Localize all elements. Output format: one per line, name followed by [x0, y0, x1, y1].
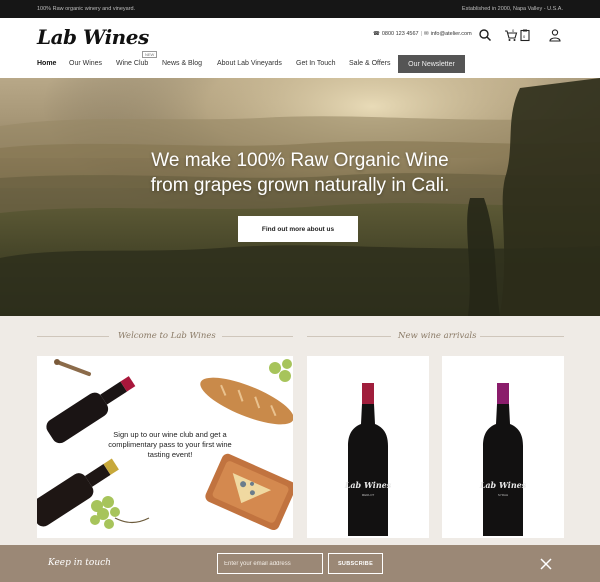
product-card[interactable]: Lab Wines MERLOT: [307, 356, 429, 538]
cart-count: 0: [512, 28, 515, 33]
promo-text: Sign up to our wine club and get a compl…: [108, 430, 232, 459]
list-count: 0: [523, 34, 526, 39]
established-note: Established in 2000, Napa Valley - U.S.A…: [461, 6, 563, 12]
hero-heading-line-2: from grapes grown naturally in Cali.: [150, 175, 450, 196]
wine-bottle-image: Lab Wines MERLOT: [344, 383, 392, 536]
bottle-label-logo: Lab Wines: [344, 480, 392, 490]
site-logo[interactable]: Lab Wines: [37, 25, 149, 49]
hero-heading: We make 100% Raw Organic Wine from grape…: [0, 148, 600, 198]
keep-in-touch-title: Keep in touch: [48, 558, 111, 568]
email-link[interactable]: info@atelier.com: [431, 31, 472, 37]
cart-icon[interactable]: [504, 28, 518, 42]
product-card[interactable]: Lab Wines SYRAH: [442, 356, 564, 538]
nav-sale-offers[interactable]: Sale & Offers: [349, 60, 391, 67]
phone-icon: ☎: [373, 31, 380, 37]
divider-line: [307, 336, 391, 337]
divider-line: [37, 336, 109, 337]
phone-number[interactable]: 0800 123 4567: [382, 31, 419, 37]
arrivals-section-title: New wine arrivals: [398, 331, 477, 341]
newsletter-email-input[interactable]: [217, 553, 323, 574]
subscribe-button[interactable]: SUBSCRIBE: [328, 553, 383, 574]
hero-banner: We make 100% Raw Organic Wine from grape…: [0, 78, 600, 316]
tagline: 100% Raw organic winery and vineyard.: [37, 6, 136, 12]
nav-get-in-touch[interactable]: Get In Touch: [296, 60, 336, 67]
nav-news-blog[interactable]: News & Blog: [162, 60, 202, 67]
divider-line: [222, 336, 293, 337]
bottle-label-logo: Lab Wines: [479, 480, 527, 490]
site-header: Lab Wines ☎ 0800 123 4567 | ✉ info@ateli…: [0, 18, 600, 78]
mail-icon: ✉: [424, 31, 429, 37]
top-bar: 100% Raw organic winery and vineyard. Es…: [0, 0, 600, 18]
hero-heading-line-1: We make 100% Raw Organic Wine: [151, 150, 449, 171]
nav-wine-club[interactable]: Wine Club: [116, 60, 148, 67]
find-out-more-button[interactable]: Find out more about us: [238, 216, 358, 242]
user-icon[interactable]: [548, 28, 562, 42]
search-icon[interactable]: [478, 28, 492, 42]
contact-separator: |: [420, 31, 423, 37]
close-icon[interactable]: [538, 556, 554, 572]
wine-bottle-image: Lab Wines SYRAH: [479, 383, 527, 536]
divider-line: [480, 336, 564, 337]
nav-home[interactable]: Home: [37, 60, 56, 67]
welcome-section-title: Welcome to Lab Wines: [118, 331, 216, 341]
new-badge: NEW: [142, 51, 158, 58]
bottle-label-type: MERLOT: [362, 493, 375, 497]
nav-about[interactable]: About Lab Vineyards: [217, 60, 282, 67]
contact-info: ☎ 0800 123 4567 | ✉ info@atelier.com: [373, 31, 472, 37]
keep-in-touch-bar: Keep in touch SUBSCRIBE: [0, 545, 600, 582]
nav-our-wines[interactable]: Our Wines: [69, 60, 102, 67]
bottle-label-type: SYRAH: [498, 493, 508, 497]
newsletter-button[interactable]: Our Newsletter: [398, 55, 465, 73]
